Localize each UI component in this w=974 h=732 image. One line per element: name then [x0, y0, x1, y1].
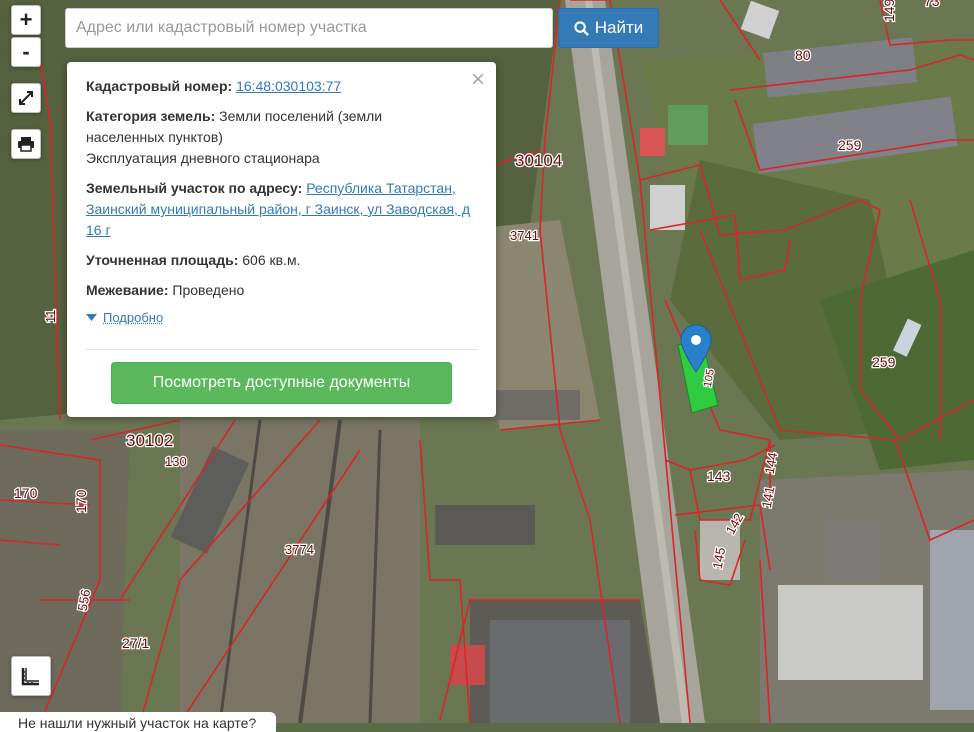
fullscreen-icon	[18, 90, 34, 106]
cadastral-row: Кадастровый номер: 16:48:030103:77	[86, 76, 478, 97]
address-row: Земельный участок по адресу: Республика …	[86, 178, 478, 241]
search-icon	[574, 21, 589, 36]
fullscreen-button[interactable]	[11, 83, 41, 113]
parcel-label: 80	[795, 47, 811, 63]
view-documents-button[interactable]: Посмотреть доступные документы	[111, 362, 452, 404]
category-use: Эксплуатация дневного стационара	[86, 150, 320, 166]
details-link[interactable]: Подробно	[103, 310, 163, 325]
area-row: Уточненная площадь: 606 кв.м.	[86, 250, 478, 271]
parcel-label: 130	[165, 454, 187, 469]
cadastral-number-link[interactable]: 16:48:030103:77	[236, 78, 341, 94]
parcel-label: 3774	[285, 542, 314, 557]
parcel-label: 149	[881, 0, 897, 22]
parcel-label: 30102	[126, 431, 173, 450]
parcel-info-popup: × Кадастровый номер: 16:48:030103:77 Кат…	[67, 62, 496, 417]
zoom-in-button[interactable]: +	[11, 5, 41, 35]
search-box[interactable]	[65, 8, 553, 48]
search-input[interactable]	[66, 9, 552, 47]
parcel-label: 27/1	[122, 635, 149, 651]
parcel-label: 259	[838, 137, 862, 153]
parcel-label: 11	[43, 310, 58, 324]
survey-value: Проведено	[172, 282, 244, 298]
area-label: Уточненная площадь:	[86, 252, 238, 268]
not-found-bar[interactable]: Не нашли нужный участок на карте?	[0, 712, 276, 732]
address-label: Земельный участок по адресу:	[86, 180, 302, 196]
caret-down-icon	[86, 314, 97, 321]
parcel-label: 73	[924, 0, 940, 9]
parcel-label: 30104	[515, 151, 562, 170]
category-row: Категория земель: Земли поселений (земли…	[86, 106, 416, 169]
survey-label: Межевание:	[86, 282, 169, 298]
measure-button[interactable]	[11, 656, 51, 696]
survey-row: Межевание: Проведено	[86, 280, 478, 301]
popup-divider	[86, 349, 478, 350]
details-toggle[interactable]: Подробно	[86, 310, 478, 325]
parcel-label: 259	[872, 354, 896, 370]
area-value: 606 кв.м.	[242, 252, 300, 268]
parcel-label: 3741	[510, 228, 539, 243]
close-icon[interactable]: ×	[471, 68, 485, 92]
parcel-label: 170	[14, 485, 38, 501]
print-icon	[17, 136, 35, 152]
parcel-label: 170	[73, 489, 89, 513]
print-button[interactable]	[11, 129, 41, 159]
find-button-label: Найти	[595, 18, 644, 38]
ruler-icon	[20, 665, 42, 687]
category-label: Категория земель:	[86, 108, 215, 124]
zoom-out-button[interactable]: -	[11, 37, 41, 67]
cadastral-label: Кадастровый номер:	[86, 78, 232, 94]
parcel-label: 143	[707, 468, 731, 484]
find-button[interactable]: Найти	[558, 8, 659, 48]
